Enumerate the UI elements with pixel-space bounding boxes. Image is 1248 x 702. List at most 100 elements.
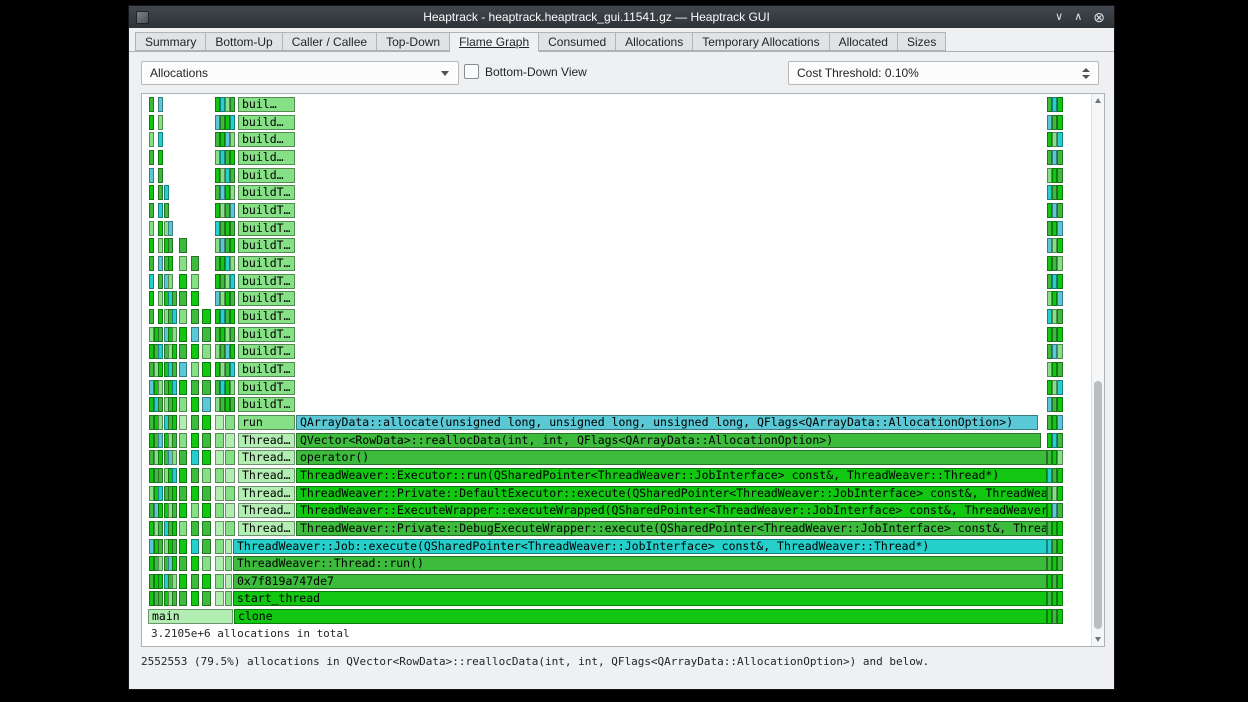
flame-segment[interactable]: Thread…: [238, 503, 295, 518]
flame-segment[interactable]: [158, 415, 163, 430]
flame-segment[interactable]: [1057, 521, 1063, 536]
flame-segment[interactable]: [1057, 539, 1063, 554]
flame-segment[interactable]: [1057, 344, 1063, 359]
flame-segment[interactable]: [191, 521, 199, 536]
flame-segment[interactable]: [191, 503, 199, 518]
flame-segment[interactable]: [158, 433, 163, 448]
tab-caller-callee[interactable]: Caller / Callee: [282, 32, 378, 51]
flame-segment[interactable]: [158, 503, 163, 518]
flame-segment[interactable]: [1057, 238, 1063, 253]
flame-segment[interactable]: [179, 539, 187, 554]
flame-segment[interactable]: [202, 591, 211, 606]
flame-segment[interactable]: [225, 574, 232, 589]
flame-segment[interactable]: [172, 415, 177, 430]
flame-segment[interactable]: [1057, 415, 1063, 430]
tab-allocated[interactable]: Allocated: [829, 32, 898, 51]
flame-segment[interactable]: [179, 362, 187, 377]
flame-segment[interactable]: [179, 327, 187, 342]
flame-segment[interactable]: [172, 397, 177, 412]
flame-segment[interactable]: [179, 556, 187, 571]
flame-segment[interactable]: [215, 539, 224, 554]
flame-segment[interactable]: ThreadWeaver::Thread::run(): [233, 556, 1047, 571]
flame-segment[interactable]: [215, 556, 224, 571]
flame-segment[interactable]: [158, 274, 163, 289]
flame-segment[interactable]: [225, 539, 232, 554]
flame-segment[interactable]: [164, 185, 169, 200]
flame-segment[interactable]: [168, 238, 173, 253]
flame-segment[interactable]: [1057, 115, 1063, 130]
flame-segment[interactable]: [202, 450, 211, 465]
flame-segment[interactable]: [1057, 256, 1063, 271]
flame-segment[interactable]: [230, 203, 235, 218]
flame-segment[interactable]: [172, 433, 177, 448]
flame-segment[interactable]: [1057, 591, 1063, 606]
flame-segment[interactable]: [1057, 486, 1063, 501]
flame-segment[interactable]: [1057, 168, 1063, 183]
flame-segment[interactable]: [230, 238, 235, 253]
flame-segment[interactable]: ThreadWeaver::Private::DefaultExecutor::…: [296, 486, 1047, 501]
flame-segment[interactable]: [1057, 150, 1063, 165]
flame-segment[interactable]: [149, 203, 154, 218]
flame-segment[interactable]: [149, 309, 154, 324]
flame-segment[interactable]: [158, 468, 163, 483]
flame-segment[interactable]: buildT…: [238, 397, 295, 412]
flame-segment[interactable]: [230, 291, 235, 306]
flame-segment[interactable]: [215, 591, 224, 606]
flame-segment[interactable]: [158, 450, 163, 465]
flame-segment[interactable]: [158, 168, 163, 183]
flame-segment[interactable]: [172, 468, 177, 483]
flame-segment[interactable]: [158, 115, 163, 130]
flame-segment[interactable]: [225, 503, 235, 518]
bottom-down-view-checkbox[interactable]: Bottom-Down View: [464, 64, 587, 79]
scroll-down-icon[interactable]: [1095, 637, 1101, 642]
flame-segment[interactable]: [158, 591, 163, 606]
flame-segment[interactable]: [191, 433, 199, 448]
flame-segment[interactable]: [215, 433, 224, 448]
flame-segment[interactable]: Thread…: [238, 468, 295, 483]
flame-segment[interactable]: buildT…: [238, 185, 295, 200]
flame-segment[interactable]: [202, 344, 211, 359]
flame-segment[interactable]: [149, 132, 154, 147]
flame-segment[interactable]: [202, 521, 211, 536]
flame-segment[interactable]: [172, 309, 177, 324]
vertical-scrollbar[interactable]: [1091, 94, 1104, 646]
flame-segment[interactable]: [149, 238, 154, 253]
flame-segment[interactable]: [149, 115, 154, 130]
flame-segment[interactable]: [202, 503, 211, 518]
flame-segment[interactable]: [179, 503, 187, 518]
flame-segment[interactable]: [191, 309, 199, 324]
flame-segment[interactable]: [149, 291, 154, 306]
flame-segment[interactable]: [158, 574, 163, 589]
flame-segment[interactable]: [179, 380, 187, 395]
flame-segment[interactable]: buildT…: [238, 203, 295, 218]
flame-segment[interactable]: [191, 539, 199, 554]
flame-segment[interactable]: 0x7f819a747de7: [233, 574, 1047, 589]
flame-segment[interactable]: [230, 97, 235, 112]
flame-segment[interactable]: [230, 132, 235, 147]
tab-consumed[interactable]: Consumed: [539, 32, 617, 51]
flame-segment[interactable]: [158, 97, 163, 112]
flame-segment[interactable]: operator(): [296, 450, 1047, 465]
flame-segment[interactable]: [179, 291, 187, 306]
flame-segment[interactable]: [1057, 380, 1063, 395]
checkbox-icon[interactable]: [464, 64, 479, 79]
flame-segment[interactable]: [202, 327, 211, 342]
flame-segment[interactable]: buildT…: [238, 238, 295, 253]
flame-segment[interactable]: [149, 274, 154, 289]
flame-segment[interactable]: [202, 415, 211, 430]
flame-segment[interactable]: [179, 397, 187, 412]
flame-segment[interactable]: [158, 362, 163, 377]
flame-segment[interactable]: [202, 380, 211, 395]
scroll-up-icon[interactable]: [1095, 98, 1101, 103]
flame-segment[interactable]: [230, 274, 235, 289]
flame-segment[interactable]: [191, 415, 199, 430]
tab-summary[interactable]: Summary: [135, 32, 207, 51]
tab-temporary-allocations[interactable]: Temporary Allocations: [693, 32, 830, 51]
flame-segment[interactable]: [164, 203, 169, 218]
flame-segment[interactable]: [225, 415, 235, 430]
flame-segment[interactable]: [168, 256, 173, 271]
flame-segment[interactable]: [1057, 556, 1063, 571]
flame-segment[interactable]: [1057, 468, 1063, 483]
flame-segment[interactable]: [158, 185, 163, 200]
flame-segment[interactable]: [230, 115, 235, 130]
